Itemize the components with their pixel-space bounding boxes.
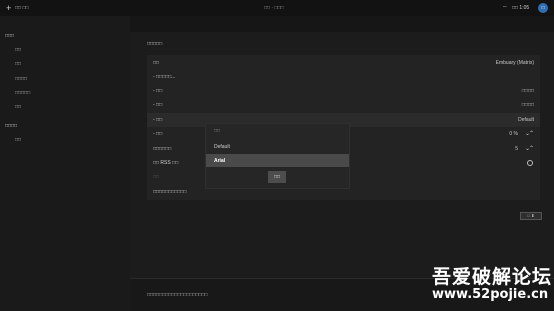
setting-row-skin[interactable]: □□ Embuary (Matrix) [147,56,540,70]
setting-label: - □□ [153,88,163,94]
radio-toggle[interactable] [527,160,533,166]
sidebar-item[interactable]: □□ [15,104,21,110]
chevron-stepper-icon[interactable]: ⌄⌃ [525,145,534,152]
setting-value: Embuary (Matrix) [495,60,534,66]
sidebar-item[interactable]: □□ [15,137,21,143]
app-title: □□ □□ [15,5,29,11]
setting-value: □□□□ [521,102,534,108]
chevron-stepper-icon[interactable]: ⌄⌃ [525,130,534,137]
dialog-option-default[interactable]: Default [206,140,349,153]
setting-label: □□ [153,60,160,66]
setting-label: □□□□□□ [153,146,172,152]
window-title: □□ · □□□ [264,5,284,11]
setting-label: - □□ [153,131,163,137]
sidebar-item[interactable]: □□ [15,47,21,53]
dialog-option-arial[interactable]: Arial [206,154,349,167]
setting-row[interactable]: - □□□□□... [147,70,540,84]
page-title: □□□□□ [147,41,163,47]
setting-value: Default [518,117,534,123]
wifi-icon: ⌔ [502,6,508,12]
sidebar: □□□ □□ □□ □□□□ □□□□□ □□ □□□□ □□ [0,16,130,311]
setting-row[interactable]: - □□ □□□□ [147,84,540,98]
watermark-logo: 吾爱破解论坛 [432,266,553,288]
setting-value: 0 % [509,131,518,137]
setting-label: □□ [153,174,160,180]
sidebar-section-2: □□□□ [5,123,18,129]
option-label: Arial [214,158,226,164]
clock: □□ 1:05 [512,5,530,11]
back-icon[interactable]: + [6,2,11,14]
setting-label: - □□ [153,117,163,123]
dialog-title: □□ [214,128,221,134]
sidebar-item[interactable]: □□ [15,61,21,67]
setting-label: □□ RSS □□ [153,160,179,166]
sidebar-item[interactable]: □□□□□ [15,90,30,96]
setting-label: - □□ [153,102,163,108]
sidebar-item[interactable]: □□□□ [15,76,27,82]
avatar[interactable]: □ [538,3,548,13]
footer-hint: □□□□□□□□□□□□□□□□□□□□ [147,292,208,298]
sidebar-section-1: □□□ [5,33,15,39]
ok-button[interactable]: □□ [268,171,286,183]
setting-label: □□□□□□□□□□□ [153,189,187,195]
setting-value: □□□□ [521,88,534,94]
setting-row[interactable]: - □□ □□□□ [147,98,540,112]
main-header [130,16,554,32]
setting-value: 5 [515,146,518,152]
watermark-url: www.52pojie.cn [432,287,549,302]
setting-label: - □□□□□... [153,74,176,80]
option-label: Default [214,144,230,150]
sort-button[interactable]: □ ⬍ [520,212,542,220]
